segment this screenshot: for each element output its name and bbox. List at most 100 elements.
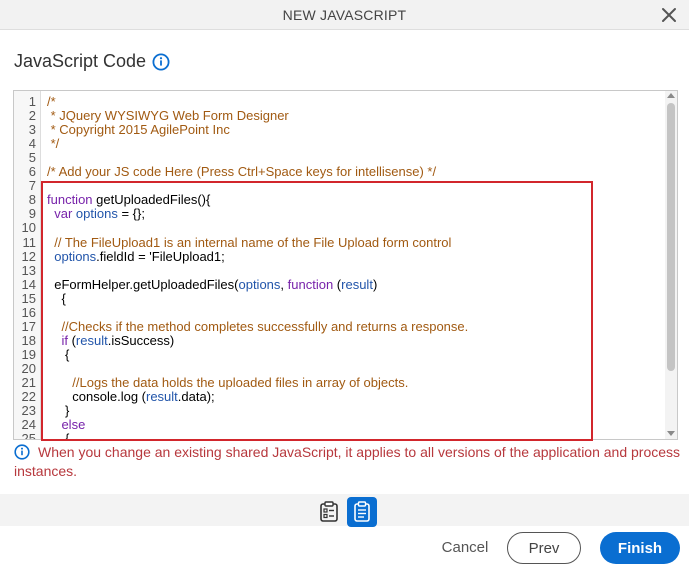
code-token: function: [47, 192, 93, 208]
shared-js-note: When you change an existing shared JavaS…: [14, 444, 681, 479]
code-token: ): [372, 276, 378, 292]
line-number: 18: [21, 332, 36, 348]
dialog-title: NEW JAVASCRIPT: [282, 7, 407, 23]
line-number: 5: [28, 150, 36, 166]
finish-button[interactable]: Finish: [600, 532, 680, 564]
code-token: {: [47, 290, 66, 306]
line-number: 19: [21, 346, 36, 362]
line-number: 24: [21, 417, 36, 433]
code-token: var: [54, 206, 73, 222]
code-line: options.fieldId = 'FileUpload1;: [47, 248, 225, 264]
editor-scrollbar[interactable]: [665, 91, 677, 439]
code-token: // The FileUpload1 is an internal name o…: [47, 234, 452, 250]
line-number: 1: [28, 94, 36, 109]
info-icon-glyph: [152, 53, 170, 71]
step-bar: [0, 494, 689, 526]
line-number: 3: [28, 122, 36, 138]
line-number: 17: [21, 318, 36, 334]
dialog-titlebar: NEW JAVASCRIPT: [0, 0, 689, 30]
code-line: /*: [47, 95, 56, 109]
code-token: {: [47, 431, 70, 440]
code-line: else: [47, 418, 85, 432]
code-line: * JQuery WYSIWYG Web Form Designer: [47, 109, 289, 123]
code-token: */: [47, 136, 60, 152]
line-number-gutter: 1 2 3 4 5 6 7 8 9 10 11 12 13 14 15 16 17 18 19 20 21 22 23 24 2…: [14, 91, 41, 439]
code-token: * Copyright 2015 AgilePoint Inc: [47, 122, 230, 138]
code-token: else: [61, 417, 86, 433]
code-token: /*: [47, 94, 56, 109]
step-javascript-button[interactable]: [347, 497, 377, 527]
line-number: 9: [28, 206, 36, 222]
close-icon-glyph: [662, 8, 676, 22]
line-number: 7: [28, 178, 36, 194]
line-number: 25: [21, 431, 36, 440]
code-token: function: [287, 276, 334, 292]
code-line: //Checks if the method completes success…: [47, 318, 469, 334]
code-token: = {};: [117, 206, 145, 222]
line-number: 15: [21, 290, 36, 306]
code-token: options: [238, 276, 281, 292]
code-line: eFormHelper.getUploadedFiles(options, fu…: [47, 276, 378, 292]
form-list-icon: [320, 501, 338, 522]
code-token: .fieldId = 'FileUpload1;: [96, 248, 225, 264]
line-number: 8: [28, 192, 36, 208]
line-number: 23: [21, 403, 36, 419]
code-line: // The FileUpload1 is an internal name o…: [47, 234, 452, 250]
code-token: //Logs the data holds the uploaded files…: [47, 375, 409, 390]
line-number: 22: [21, 389, 36, 405]
code-token: * JQuery WYSIWYG Web Form Designer: [47, 108, 289, 124]
line-number: 16: [21, 304, 36, 320]
code-token: result: [75, 332, 108, 348]
line-number: 6: [28, 164, 36, 180]
prev-button[interactable]: Prev: [507, 532, 581, 564]
code-line: function getUploadedFiles(){: [47, 193, 210, 207]
cancel-button[interactable]: Cancel: [432, 537, 498, 559]
code-token: ,: [280, 276, 288, 292]
section-title: JavaScript Code: [14, 51, 147, 71]
code-token: result: [146, 389, 178, 405]
close-icon[interactable]: [659, 5, 679, 25]
code-line: if (result.isSuccess): [47, 332, 175, 348]
step-form-button[interactable]: [314, 497, 344, 527]
code-editor[interactable]: 1 2 3 4 5 6 7 8 9 10 11 12 13 14 15 16 17 18 19 20 21 22 23 24 2…: [13, 90, 678, 440]
code-token: {: [47, 346, 70, 362]
code-token: options: [54, 248, 97, 264]
line-number: 21: [21, 375, 36, 390]
code-line: {: [47, 431, 70, 440]
scroll-up-icon[interactable]: [667, 93, 675, 98]
code-token: console.log (: [47, 389, 146, 405]
line-number: 4: [28, 136, 36, 152]
code-line: //Logs the data holds the uploaded files…: [47, 376, 408, 390]
code-token: (: [333, 276, 342, 292]
code-token: getUploadedFiles(){: [92, 192, 211, 208]
line-number: 20: [21, 360, 36, 376]
line-number: 14: [21, 276, 36, 292]
code-line: * Copyright 2015 AgilePoint Inc: [47, 123, 230, 137]
code-token: result: [341, 276, 373, 292]
line-number: 11: [22, 234, 37, 250]
scroll-thumb[interactable]: [667, 103, 675, 371]
code-token: .isSuccess): [107, 332, 175, 348]
code-token: }: [47, 403, 70, 419]
code-line: {: [47, 290, 66, 306]
code-token: (: [67, 332, 76, 348]
code-token: /* Add your JS code Here (Press Ctrl+Spa…: [47, 164, 437, 180]
code-line: {: [47, 346, 70, 362]
clipboard-icon: [354, 501, 370, 522]
code-line: }: [47, 404, 69, 418]
info-icon[interactable]: [152, 53, 170, 71]
code-token: eFormHelper.getUploadedFiles(: [47, 276, 239, 292]
line-number: 13: [21, 262, 36, 278]
line-number: 2: [28, 108, 36, 124]
line-number: 10: [21, 220, 36, 236]
scroll-down-icon[interactable]: [667, 431, 675, 436]
code-line: /* Add your JS code Here (Press Ctrl+Spa…: [47, 165, 436, 179]
code-line: console.log (result.data);: [47, 389, 215, 405]
code-token: .data);: [177, 389, 215, 405]
code-line: var options = {};: [47, 207, 145, 221]
code-token: //Checks if the method completes success…: [47, 318, 469, 334]
code-line: */: [47, 136, 60, 152]
code-token: options: [75, 206, 118, 222]
